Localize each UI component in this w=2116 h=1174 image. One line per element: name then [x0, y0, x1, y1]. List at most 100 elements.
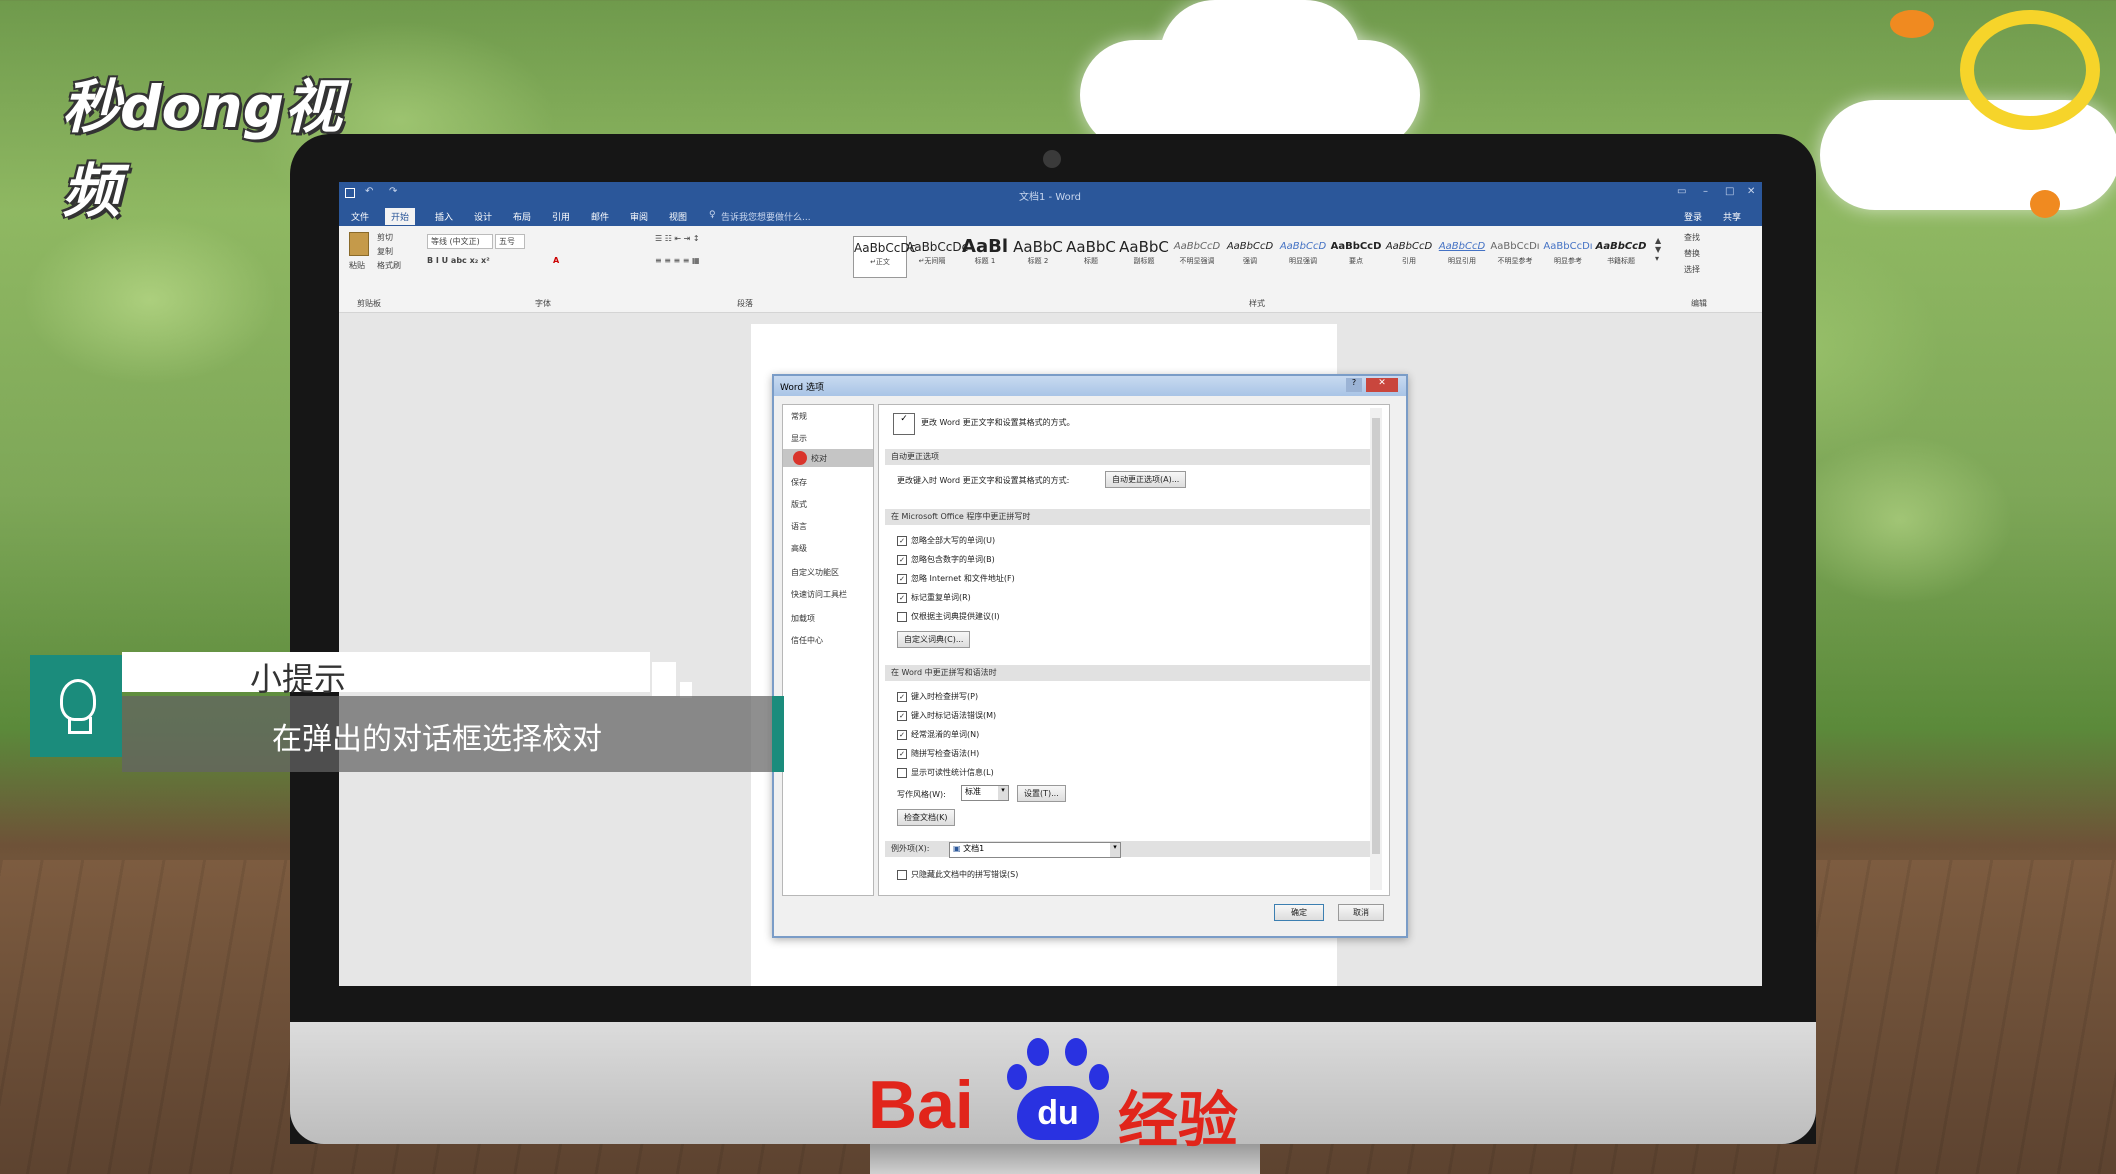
word-options-dialog: Word 选项 ? ✕ 常规 显示 校对 保存 版式 语言 高级 自定义功能区 …	[772, 374, 1408, 938]
cancel-button[interactable]: 取消	[1338, 904, 1384, 921]
style-book-title[interactable]: AaBbCcD 书籍标题	[1595, 236, 1647, 276]
nav-quick-access[interactable]: 快速访问工具栏	[791, 589, 847, 600]
checkbox-checked-icon: ✓	[897, 592, 907, 603]
nav-addins[interactable]: 加载项	[791, 613, 815, 624]
hide-errors-option[interactable]: 只隐藏此文档中的拼写错误(S)	[897, 869, 1018, 880]
signin-link[interactable]: 登录	[1684, 210, 1702, 223]
style-intense-emphasis[interactable]: AaBbCcD 明显强调	[1277, 236, 1329, 276]
options-scrollbar[interactable]	[1370, 408, 1382, 890]
tab-insert[interactable]: 插入	[435, 210, 453, 223]
find-button[interactable]: 查找	[1684, 232, 1700, 243]
proofing-header: 更改 Word 更正文字和设置其格式的方式。	[921, 418, 1075, 427]
tab-review[interactable]: 审阅	[630, 210, 648, 223]
styles-scroll-icon[interactable]: ▲ ▼ ▾	[1655, 236, 1661, 263]
style-quote[interactable]: AaBbCcD 引用	[1383, 236, 1435, 276]
exceptions-select[interactable]: ▣ 文档1 ▾	[949, 842, 1121, 858]
style-heading-1[interactable]: AaBl 标题 1	[959, 236, 1011, 276]
style-heading-2[interactable]: AaBbC 标题 2	[1012, 236, 1064, 276]
nav-display[interactable]: 显示	[791, 433, 807, 444]
tab-layout[interactable]: 布局	[513, 210, 531, 223]
style-intense-quote[interactable]: AaBbCcD 明显引用	[1436, 236, 1488, 276]
office-option[interactable]: 仅根据主词典提供建议(I)	[897, 611, 1000, 622]
close-icon[interactable]: ✕	[1747, 186, 1755, 197]
nav-proofing-selected[interactable]: 校对	[783, 449, 873, 467]
cut-button[interactable]: 剪切	[377, 232, 393, 243]
font-name-select[interactable]: 等线 (中文正)	[427, 234, 493, 249]
office-option[interactable]: ✓ 忽略 Internet 和文件地址(F)	[897, 573, 1015, 584]
cursor-highlight-icon	[793, 451, 807, 465]
style-title[interactable]: AaBbC 标题	[1065, 236, 1117, 276]
replace-button[interactable]: 替换	[1684, 248, 1700, 259]
tab-file[interactable]: 文件	[351, 210, 369, 223]
styles-gallery: AaBbCcDc ↵正文 AaBbCcDc ↵无间隔 AaBl 标题 1 AaBbC 标…	[853, 226, 1733, 296]
redo-icon[interactable]: ↷	[389, 186, 397, 197]
nav-customize-ribbon[interactable]: 自定义功能区	[791, 567, 839, 578]
nav-language[interactable]: 语言	[791, 521, 807, 532]
tab-mailings[interactable]: 邮件	[591, 210, 609, 223]
tip-decor	[652, 662, 676, 696]
section-office-spelling: 在 Microsoft Office 程序中更正拼写时	[885, 509, 1371, 525]
share-button[interactable]: 共享	[1723, 210, 1741, 223]
style-subtle-reference[interactable]: AaBbCcDı 不明显参考	[1489, 236, 1541, 276]
nav-trust-center[interactable]: 信任中心	[791, 635, 823, 646]
tab-design[interactable]: 设计	[474, 210, 492, 223]
word-option[interactable]: ✓ 键入时标记语法错误(M)	[897, 710, 996, 721]
checkbox-unchecked-icon	[897, 611, 907, 622]
copy-button[interactable]: 复制	[377, 246, 393, 257]
select-button[interactable]: 选择	[1684, 264, 1700, 275]
dialog-close-icon[interactable]: ✕	[1366, 378, 1398, 392]
scrollbar-thumb[interactable]	[1372, 418, 1380, 854]
save-icon[interactable]	[345, 188, 355, 198]
dialog-titlebar: Word 选项 ? ✕	[774, 376, 1406, 396]
clipboard-group-label: 剪贴板	[357, 299, 381, 308]
minimize-icon[interactable]: –	[1703, 186, 1708, 197]
style-normal[interactable]: AaBbCcDc ↵正文	[853, 236, 916, 278]
maximize-icon[interactable]: □	[1725, 186, 1734, 197]
writing-style-select[interactable]: 标准 ▾	[961, 785, 1009, 801]
tab-references[interactable]: 引用	[552, 210, 570, 223]
font-size-select[interactable]: 五号	[495, 234, 525, 249]
paragraph-icons[interactable]: ☰ ☷ ⇤ ⇥ ↕	[655, 234, 700, 243]
style-intense-reference[interactable]: AaBbCcDı 明显参考	[1542, 236, 1594, 276]
style-subtitle[interactable]: AaBbC 副标题	[1118, 236, 1170, 276]
tell-me-input[interactable]: 告诉我您想要做什么...	[721, 210, 811, 223]
nav-proofing[interactable]: 校对	[811, 453, 827, 464]
word-option[interactable]: ✓ 经常混淆的单词(N)	[897, 729, 979, 740]
window-title: 文档1 - Word	[1019, 192, 1082, 203]
ribbon-options-icon[interactable]: ▭	[1677, 186, 1686, 197]
tab-home[interactable]: 开始	[385, 208, 416, 225]
checkbox-checked-icon: ✓	[897, 554, 907, 565]
format-painter-button[interactable]: 格式刷	[377, 260, 401, 271]
nav-general[interactable]: 常规	[791, 411, 807, 422]
font-format-icons[interactable]: B I U abc x₂ x²	[427, 256, 490, 265]
word-option[interactable]: 显示可读性统计信息(L)	[897, 767, 994, 778]
checkbox-checked-icon: ✓	[897, 729, 907, 740]
office-option[interactable]: ✓ 忽略包含数字的单词(B)	[897, 554, 995, 565]
style-subtle-emphasis[interactable]: AaBbCcD 不明显强调	[1171, 236, 1223, 276]
paste-icon[interactable]	[349, 232, 369, 256]
ribbon: 粘贴 剪切 复制 格式刷 剪贴板 等线 (中文正) 五号 B I U abc x…	[339, 226, 1762, 313]
autocorrect-options-button[interactable]: 自动更正选项(A)...	[1105, 471, 1187, 488]
office-option[interactable]: ✓ 标记重复单词(R)	[897, 592, 971, 603]
word-option[interactable]: ✓ 键入时检查拼写(P)	[897, 691, 978, 702]
nav-layout[interactable]: 版式	[791, 499, 807, 510]
undo-icon[interactable]: ↶	[365, 186, 373, 197]
sun-ray-icon	[1890, 10, 1934, 38]
ok-button[interactable]: 确定	[1274, 904, 1324, 921]
help-icon[interactable]: ?	[1346, 378, 1362, 392]
tab-view[interactable]: 视图	[669, 210, 687, 223]
office-option[interactable]: ✓ 忽略全部大写的单词(U)	[897, 535, 995, 546]
style-strong[interactable]: AaBbCcD 要点	[1330, 236, 1382, 276]
nav-advanced[interactable]: 高级	[791, 543, 807, 554]
style-no-spacing[interactable]: AaBbCcDc ↵无间隔	[906, 236, 968, 276]
custom-dictionaries-button[interactable]: 自定义词典(C)...	[897, 631, 971, 648]
style-emphasis[interactable]: AaBbCcD 强调	[1224, 236, 1276, 276]
paste-label[interactable]: 粘贴	[349, 260, 365, 271]
check-document-button[interactable]: 检查文档(K)	[897, 809, 955, 826]
word-option[interactable]: ✓ 随拼写检查语法(H)	[897, 748, 979, 759]
nav-save[interactable]: 保存	[791, 477, 807, 488]
checkbox-checked-icon: ✓	[897, 573, 907, 584]
paragraph-icons-2[interactable]: ≡ ≡ ≡ ≡ ▦	[655, 256, 700, 265]
font-color-icon[interactable]: A	[553, 256, 559, 265]
settings-button[interactable]: 设置(T)...	[1017, 785, 1066, 802]
